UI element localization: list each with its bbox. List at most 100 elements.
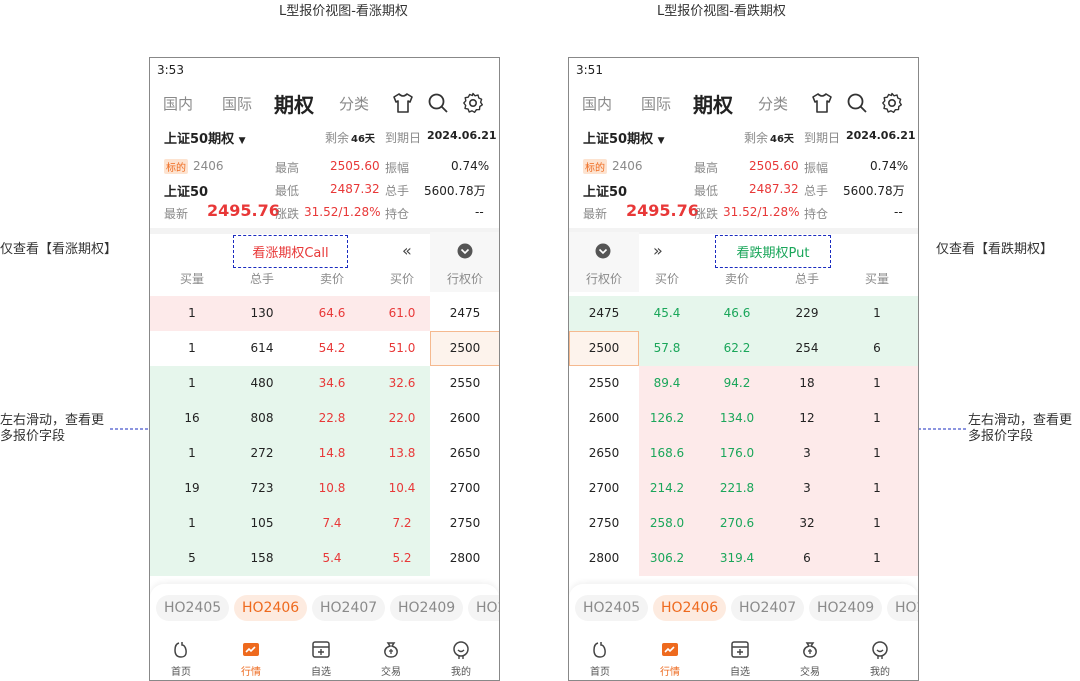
tab-market[interactable]: 行情 (231, 639, 271, 678)
low-value: 2487.32 (749, 182, 799, 196)
market-icon (662, 643, 678, 656)
cell-ask: 5.4 (322, 551, 342, 565)
table-row[interactable]: 1 105 7.4 7.2 2750 (150, 506, 499, 541)
contract-chip[interactable]: HO2409 (390, 595, 464, 621)
contract-chip[interactable]: HO2405 (156, 595, 230, 621)
table-row[interactable]: 19 723 10.8 10.4 2700 (150, 471, 499, 506)
header-bid: 买价 (654, 272, 679, 286)
tab-trade[interactable]: 交易 (790, 639, 830, 678)
table-row[interactable]: 2550 89.4 94.2 18 1 (569, 366, 918, 401)
cell-volume: 480 (250, 376, 274, 390)
index-name: 上证50 (583, 185, 628, 200)
contract-chip[interactable]: HO2407 (731, 595, 805, 621)
contract-chip[interactable]: HO2 (468, 595, 499, 621)
contract-chip[interactable]: HO2409 (809, 595, 883, 621)
option-type-bar: 看涨期权Call « (150, 232, 499, 271)
table-row[interactable]: 2650 168.6 176.0 3 1 (569, 436, 918, 471)
header-bid: 买价 (389, 272, 414, 286)
tab-international[interactable]: 国际 (222, 93, 252, 114)
cell-bid: 51.0 (388, 341, 416, 355)
volume-value: 5600.78万 (424, 184, 486, 198)
gear-icon[interactable] (461, 91, 485, 115)
underlying-tag: 标的 (164, 159, 188, 174)
cell-bid: 7.2 (392, 516, 412, 530)
expand-right-icon[interactable]: » (653, 241, 663, 260)
contract-chip[interactable]: HO2 (887, 595, 918, 621)
underlying-name[interactable]: 上证50期权 ▼ (164, 128, 246, 147)
volume-label: 总手 (385, 184, 410, 198)
cell-volume: 229 (795, 306, 819, 320)
bottom-panel: HO2405HO2406HO2407HO2409HO2 首页 行情 自选 交易 我的 (569, 584, 918, 680)
contract-chip[interactable]: HO2406 (234, 595, 308, 621)
cell-ask: 62.2 (723, 341, 751, 355)
underlying-name[interactable]: 上证50期权 ▼ (583, 128, 665, 147)
contract-chip[interactable]: HO2405 (575, 595, 649, 621)
expiry-label: 到期日 (385, 131, 422, 145)
high-label: 最高 (694, 161, 719, 175)
table-row[interactable]: 2700 214.2 221.8 3 1 (569, 471, 918, 506)
tab-watchlist[interactable]: 自选 (720, 639, 760, 678)
low-label: 最低 (275, 184, 300, 198)
tab-options[interactable]: 期权 (274, 89, 314, 118)
tab-options[interactable]: 期权 (693, 89, 733, 118)
tab-profile[interactable]: 我的 (441, 639, 481, 678)
chevron-down-circle-icon[interactable] (595, 243, 611, 259)
table-row[interactable]: 1 130 64.6 61.0 2475 (150, 296, 499, 331)
search-icon[interactable] (845, 91, 869, 115)
cell-strike: 2475 (588, 306, 620, 320)
tab-watchlist[interactable]: 自选 (301, 639, 341, 678)
status-time: 3:53 (157, 63, 184, 77)
cell-ask: 14.8 (318, 446, 346, 460)
put-only-button[interactable]: 看跌期权Put (715, 235, 831, 268)
change-label: 涨跌 (275, 207, 300, 221)
cell-bid-qty: 1 (873, 551, 881, 565)
table-row[interactable]: 1 614 54.2 51.0 2500 (150, 331, 499, 366)
tab-home[interactable]: 首页 (580, 639, 620, 678)
amplitude-label: 振幅 (804, 161, 829, 175)
status-time: 3:51 (576, 63, 603, 77)
cell-volume: 808 (250, 411, 274, 425)
tab-trade[interactable]: 交易 (371, 639, 411, 678)
trade-icon (803, 642, 817, 658)
table-row[interactable]: 16 808 22.8 22.0 2600 (150, 401, 499, 436)
cell-strike: 2700 (588, 481, 620, 495)
cell-strike: 2550 (588, 376, 620, 390)
contract-chip[interactable]: HO2407 (312, 595, 386, 621)
tab-market[interactable]: 行情 (650, 639, 690, 678)
caret-down-icon: ▼ (657, 136, 665, 146)
tab-international[interactable]: 国际 (641, 93, 671, 114)
high-value: 2505.60 (330, 159, 380, 173)
market-icon (243, 643, 259, 656)
cell-ask: 46.6 (723, 306, 751, 320)
shirt-icon[interactable] (810, 91, 834, 115)
tab-label: 交易 (381, 667, 401, 678)
tab-label: 我的 (870, 667, 890, 678)
change-value: 31.52/1.28% (723, 205, 800, 219)
tab-category[interactable]: 分类 (758, 93, 788, 114)
amplitude-value: 0.74% (451, 159, 490, 173)
table-row[interactable]: 1 272 14.8 13.8 2650 (150, 436, 499, 471)
table-row[interactable]: 2500 57.8 62.2 254 6 (569, 331, 918, 366)
gear-icon[interactable] (880, 91, 904, 115)
tab-home[interactable]: 首页 (161, 639, 201, 678)
table-row[interactable]: 1 480 34.6 32.6 2550 (150, 366, 499, 401)
chevron-down-circle-icon[interactable] (457, 243, 473, 259)
table-row[interactable]: 2475 45.4 46.6 229 1 (569, 296, 918, 331)
high-value: 2505.60 (749, 159, 799, 173)
contract-chip[interactable]: HO2406 (653, 595, 727, 621)
cell-bid: 61.0 (388, 306, 416, 320)
tab-category[interactable]: 分类 (339, 93, 369, 114)
shirt-icon[interactable] (391, 91, 415, 115)
tab-domestic[interactable]: 国内 (163, 93, 193, 114)
tab-profile[interactable]: 我的 (860, 639, 900, 678)
caret-down-icon: ▼ (238, 136, 246, 146)
table-row[interactable]: 2600 126.2 134.0 12 1 (569, 401, 918, 436)
search-icon[interactable] (426, 91, 450, 115)
collapse-left-icon[interactable]: « (402, 241, 412, 260)
table-row[interactable]: 5 158 5.4 5.2 2800 (150, 541, 499, 576)
call-only-button[interactable]: 看涨期权Call (233, 235, 348, 268)
tab-domestic[interactable]: 国内 (582, 93, 612, 114)
table-row[interactable]: 2750 258.0 270.6 32 1 (569, 506, 918, 541)
phone-put-view: 3:51 国内 国际 期权 分类 上证50期权 ▼ 剩余 46天 到期日 202… (568, 57, 919, 681)
table-row[interactable]: 2800 306.2 319.4 6 1 (569, 541, 918, 576)
